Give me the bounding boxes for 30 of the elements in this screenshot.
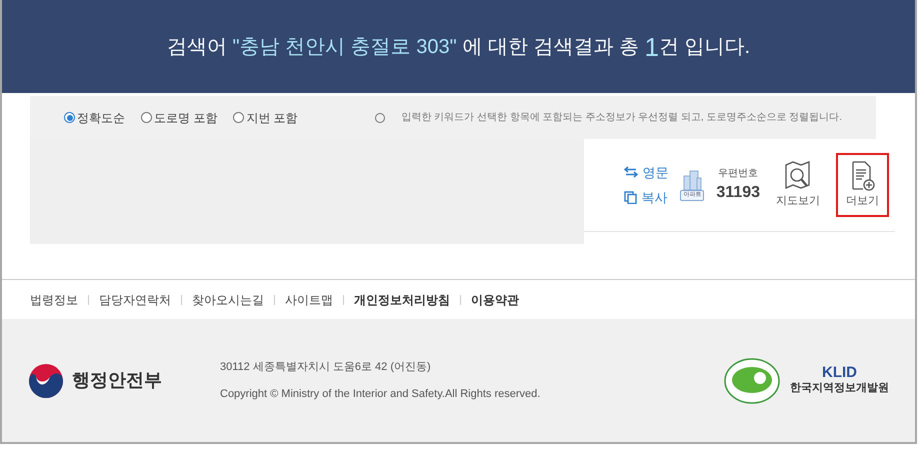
document-plus-icon [850, 160, 874, 191]
sort-radio[interactable]: 도로명 포함 [141, 108, 218, 126]
swap-arrows-icon [624, 166, 638, 178]
info-icon [375, 112, 386, 122]
ministry-name: 행정안전부 [72, 369, 162, 392]
copyright-text: Copyright © Ministry of the Interior and Safety.All Rights reserved. [220, 386, 540, 402]
footer-address: 30112 세종특별자치시 도움6로 42 (어진동) [220, 360, 432, 375]
result-action[interactable]: 지도보기 [772, 152, 824, 218]
sort-radio[interactable]: 정확도순 [64, 108, 125, 126]
footer-link[interactable]: 담당자연락처 [99, 290, 171, 308]
postcode: 31193 [716, 182, 760, 202]
map-magnifier-icon [784, 160, 812, 191]
result-action[interactable]: 더보기 [836, 152, 889, 218]
footer-link[interactable]: 법령정보 [30, 290, 78, 308]
address-link[interactable]: 영문 [624, 162, 668, 182]
address-link[interactable]: 복사 [624, 188, 668, 208]
building-icon [681, 170, 704, 190]
klid-logo: KLID [822, 364, 857, 380]
footer-link[interactable]: 사이트맵 [285, 290, 333, 308]
copy-icon [624, 191, 638, 204]
web-accessibility-mark-icon [724, 358, 780, 404]
postcode-label: 우편번호 [718, 166, 758, 180]
footer-link[interactable]: 이용약관 [471, 290, 519, 308]
sort-radio[interactable]: 지번 포함 [233, 108, 298, 126]
klid-name: 한국지역정보개발원 [790, 380, 889, 396]
footer-link[interactable]: 찾아오시는길 [192, 290, 264, 308]
government-emblem-icon [28, 362, 64, 398]
sort-note: 입력한 키워드가 선택한 항목에 포함되는 주소정보가 우선정렬 되고, 도로명주소순으로 정렬됩니다. [401, 111, 842, 125]
result-heading: 검색어 "충남 천안시 충절로 303" 에 대한 검색결과 총 1건 입니다. [2, 0, 915, 93]
footer-link[interactable]: 개인정보처리방침 [354, 290, 450, 308]
